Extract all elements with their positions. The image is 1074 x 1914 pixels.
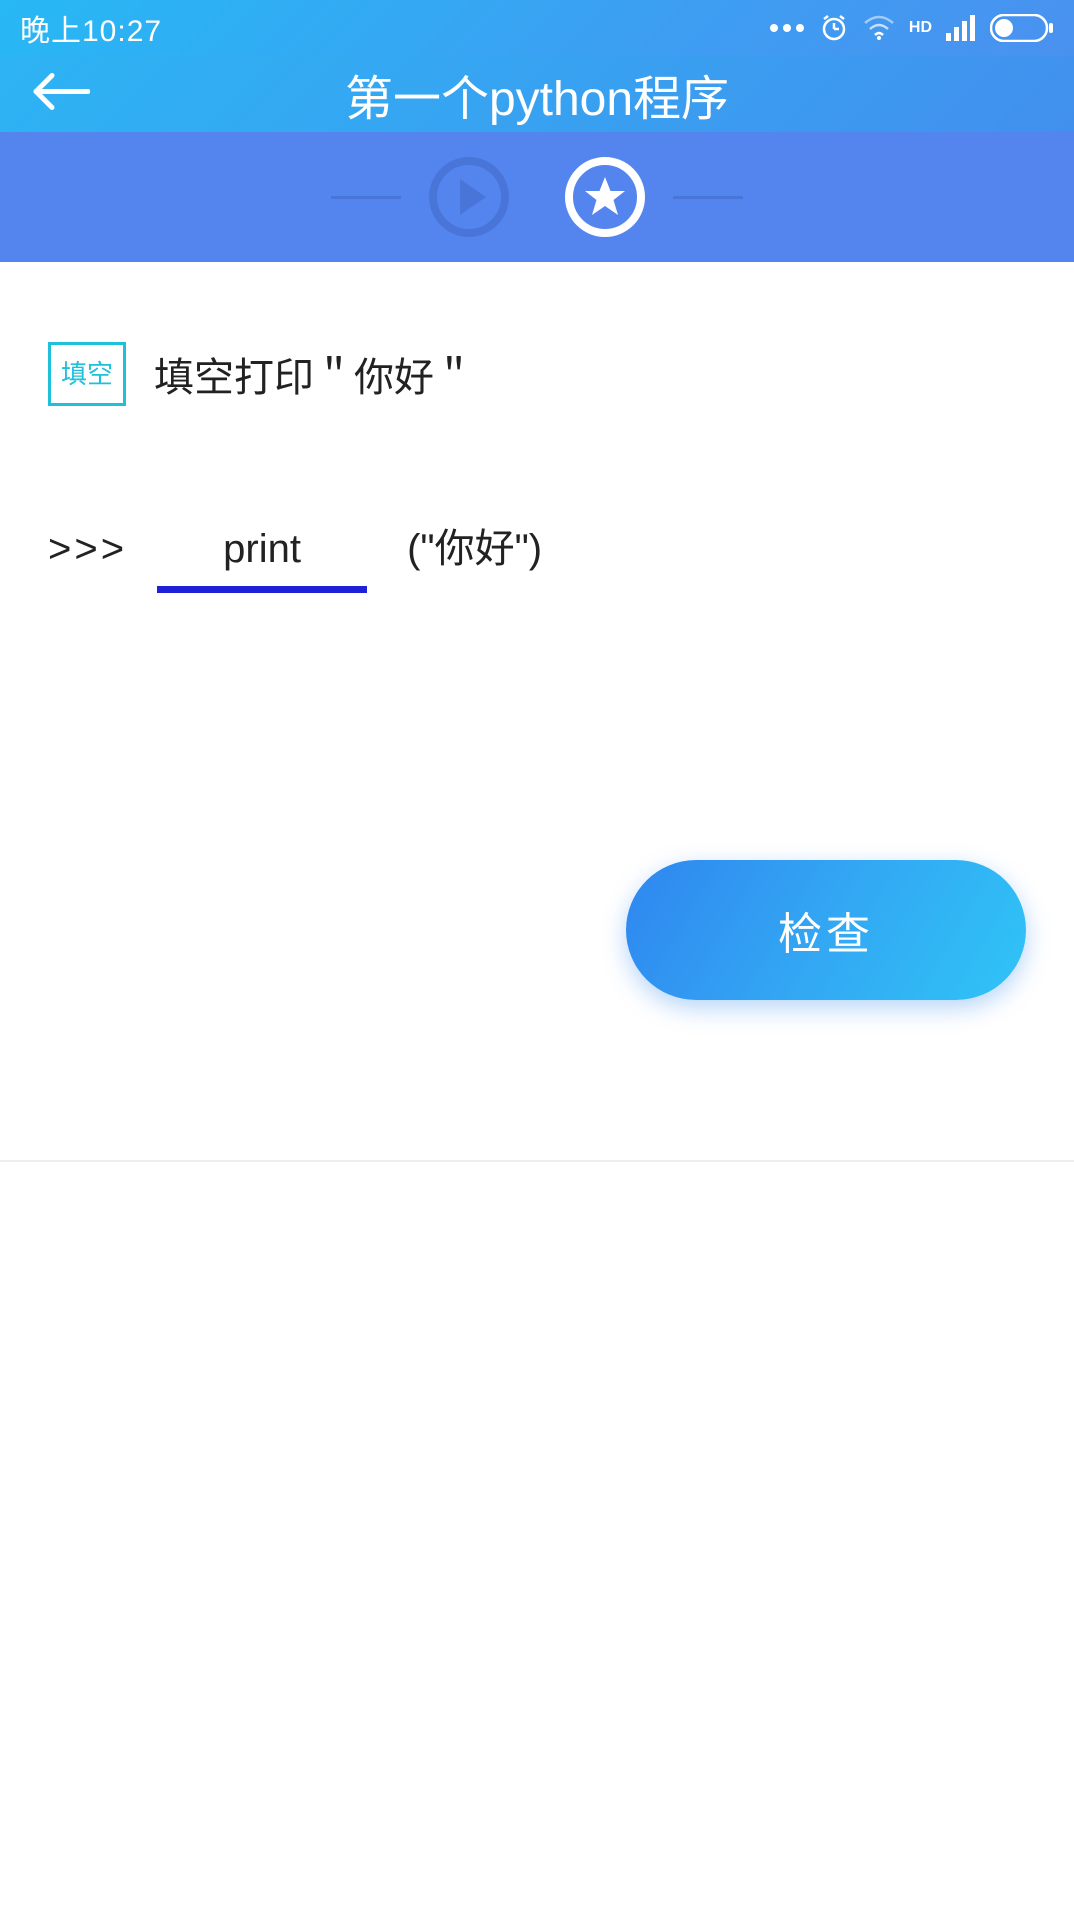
wifi-icon [863, 15, 895, 41]
back-icon[interactable] [30, 72, 90, 117]
code-blank-input[interactable] [157, 527, 367, 593]
stepper-line [331, 196, 401, 199]
code-row: >>> ("你好") [48, 516, 1026, 593]
more-icon [769, 23, 805, 33]
check-button[interactable]: 检查 [626, 860, 1026, 1000]
title-bar: 第一个python程序 [0, 56, 1074, 132]
question-row: 填空 填空打印＂你好＂ [48, 342, 1026, 406]
hd-label: HD [909, 19, 932, 37]
code-rest: ("你好") [407, 516, 542, 574]
stepper-line [673, 196, 743, 199]
progress-stepper [0, 132, 1074, 262]
status-icons: HD [769, 13, 1054, 43]
status-time: 晚上10:27 [20, 6, 162, 50]
exercise-card: 填空 填空打印＂你好＂ >>> ("你好") 检查 [0, 262, 1074, 1162]
signal-icon [946, 15, 976, 41]
page-title: 第一个python程序 [0, 59, 1074, 129]
step-star-icon[interactable] [565, 157, 645, 237]
empty-area [0, 1162, 1074, 1862]
code-prompt-symbol: >>> [48, 527, 127, 572]
alarm-icon [819, 13, 849, 43]
status-bar: 晚上10:27 HD [0, 0, 1074, 56]
question-text: 填空打印＂你好＂ [154, 345, 474, 403]
step-play-icon[interactable] [429, 157, 509, 237]
battery-icon [990, 14, 1054, 42]
question-tag: 填空 [48, 342, 126, 406]
